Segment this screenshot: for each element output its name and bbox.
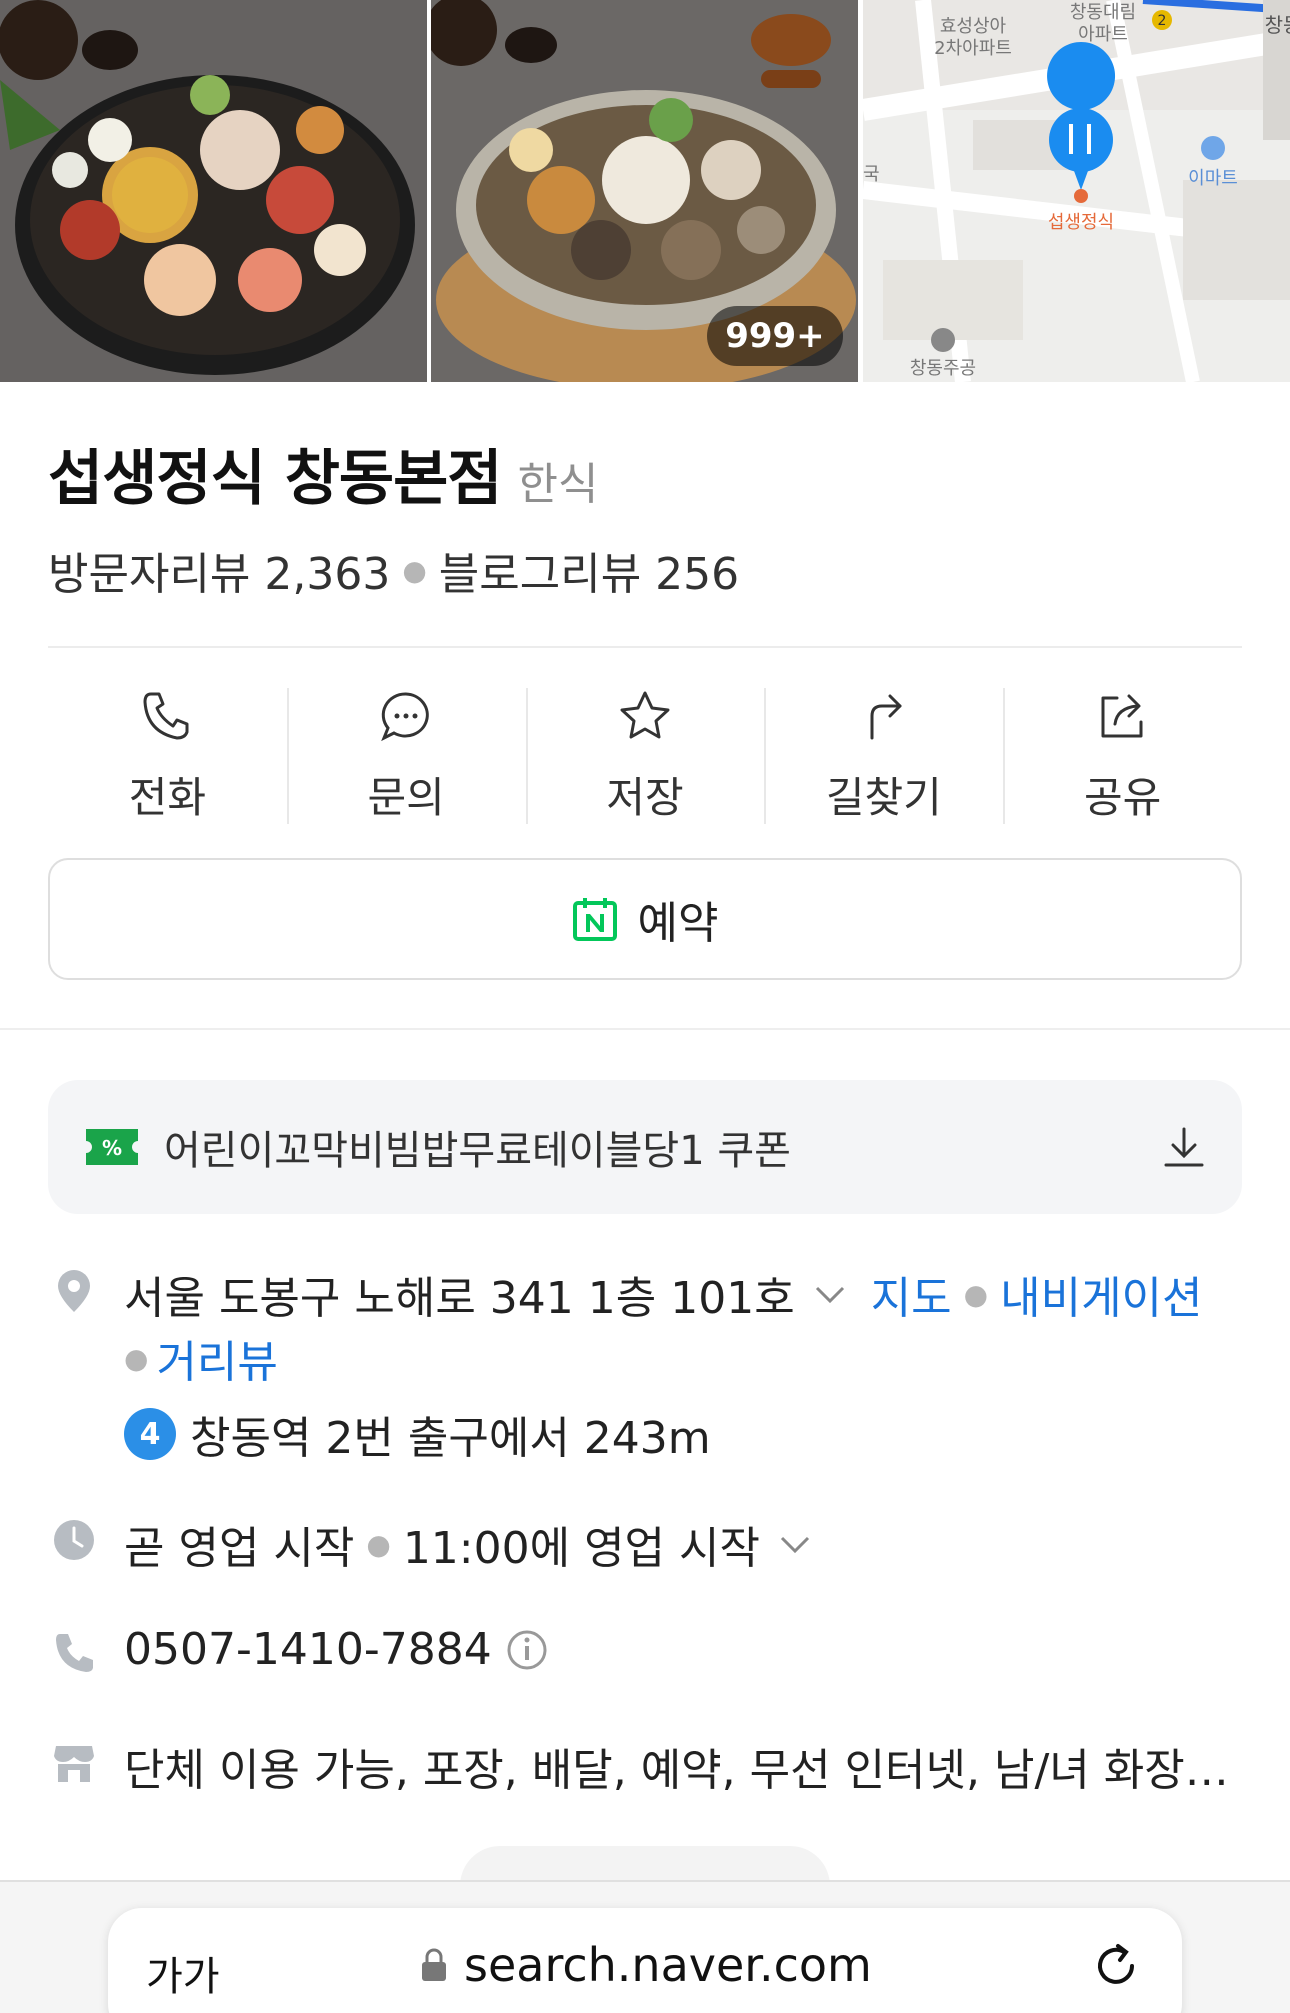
action-bar: 전화 문의 저장 길찾기 공유 bbox=[48, 680, 1242, 826]
review-counts: 방문자리뷰 2,363 ● 블로그리뷰 256 bbox=[48, 538, 739, 602]
directions-arrow-icon bbox=[870, 694, 902, 740]
street-view-link[interactable]: 거리뷰 bbox=[156, 1326, 277, 1390]
divider bbox=[48, 646, 1242, 648]
phone-icon bbox=[56, 1634, 93, 1672]
naver-calendar-icon bbox=[572, 898, 617, 941]
map-label-building1: 효성상아 bbox=[940, 16, 1007, 37]
map-label-mart: 이마트 bbox=[1188, 168, 1238, 189]
place-name: 섭생정식 창동본점 bbox=[48, 444, 502, 514]
map-label-pin: 섭생정식 bbox=[1048, 212, 1114, 233]
chat-bubble-icon bbox=[381, 692, 429, 742]
title-row: 섭생정식 창동본점 한식 bbox=[48, 430, 598, 517]
phone-number[interactable]: 0507-1410-7884 bbox=[124, 1624, 492, 1675]
subway-info: 4 창동역 2번 출구에서 243m bbox=[124, 1402, 711, 1466]
blog-review-link[interactable]: 블로그리뷰 256 bbox=[439, 538, 739, 602]
phone-row[interactable]: 0507-1410-7884 bbox=[124, 1624, 548, 1675]
chevron-down-icon[interactable] bbox=[778, 1527, 812, 1561]
photo-count-badge: 999+ bbox=[707, 306, 843, 366]
clock-icon bbox=[54, 1520, 94, 1560]
coupon-text: 어린이꼬막비빔밥무료테이블당1 쿠폰 bbox=[164, 1128, 791, 1174]
address-row-2: ● 거리뷰 bbox=[124, 1326, 278, 1390]
coupon-banner[interactable]: % 어린이꼬막비빔밥무료테이블당1 쿠폰 bbox=[48, 1080, 1242, 1214]
store-icon bbox=[54, 1746, 94, 1782]
address-bar[interactable]: 가가 search.naver.com bbox=[108, 1908, 1182, 2013]
food-photo-hotpot[interactable]: 999+ bbox=[431, 0, 859, 382]
amenities-text[interactable]: 단체 이용 가능, 포장, 배달, 예약, 무선 인터넷, 남/녀 화장실… bbox=[124, 1734, 1240, 1798]
map-link[interactable]: 지도 bbox=[871, 1262, 952, 1326]
save-button[interactable]: 저장 bbox=[525, 680, 765, 826]
place-category: 한식 bbox=[517, 459, 599, 510]
address-text: 서울 도봉구 노해로 341 1층 101호 bbox=[124, 1273, 795, 1324]
chevron-down-icon[interactable] bbox=[813, 1277, 847, 1311]
reload-icon[interactable] bbox=[1088, 1938, 1144, 1994]
browser-toolbar: 가가 search.naver.com bbox=[0, 1880, 1290, 2013]
star-icon bbox=[620, 691, 670, 739]
inquiry-label: 문의 bbox=[367, 773, 445, 822]
info-icon[interactable] bbox=[506, 1629, 548, 1671]
directions-label: 길찾기 bbox=[825, 773, 942, 822]
map-label-school: 창동주공 bbox=[910, 358, 976, 379]
map-label-station: 창동 bbox=[1264, 13, 1290, 37]
coupon-icon: % bbox=[86, 1129, 138, 1165]
address-row[interactable]: 서울 도봉구 노해로 341 1층 101호 지도 ● 내비게이션 bbox=[124, 1262, 1203, 1326]
hours-detail: 11:00에 영업 시작 bbox=[402, 1523, 760, 1574]
share-label: 공유 bbox=[1083, 773, 1162, 822]
url-text: search.naver.com bbox=[464, 1938, 872, 1992]
phone-icon bbox=[143, 692, 189, 740]
subway-text: 창동역 2번 출구에서 243m bbox=[190, 1413, 711, 1464]
map-label-building2b: 아파트 bbox=[1078, 24, 1128, 45]
reserve-label: 예약 bbox=[637, 898, 719, 949]
section-divider bbox=[0, 1028, 1290, 1030]
map-label-building2: 창동대림 bbox=[1070, 2, 1136, 23]
share-icon bbox=[1101, 694, 1143, 738]
food-photo-platter[interactable] bbox=[0, 0, 427, 382]
download-icon[interactable] bbox=[1162, 1125, 1206, 1169]
location-pin-icon bbox=[58, 1270, 90, 1312]
svg-text:%: % bbox=[102, 1136, 122, 1160]
share-button[interactable]: 공유 bbox=[1003, 680, 1242, 826]
separator-dot: ● bbox=[124, 1341, 149, 1375]
svg-text:2: 2 bbox=[1157, 13, 1166, 29]
location-map-thumbnail[interactable]: 2 효성상아 2차아파트 창동대림 아파트 창동 국 이마트 창동주공 섭생정식 bbox=[862, 0, 1290, 382]
directions-button[interactable]: 길찾기 bbox=[764, 680, 1003, 826]
navigation-link[interactable]: 내비게이션 bbox=[1000, 1262, 1202, 1326]
hours-row[interactable]: 곧 영업 시작 ● 11:00에 영업 시작 bbox=[124, 1512, 812, 1576]
inquiry-button[interactable]: 문의 bbox=[286, 680, 526, 826]
hours-status: 곧 영업 시작 bbox=[124, 1523, 355, 1574]
subway-line-badge: 4 bbox=[124, 1408, 176, 1460]
separator-dot: ● bbox=[402, 553, 427, 587]
save-label: 저장 bbox=[606, 773, 684, 822]
url-display[interactable]: search.naver.com bbox=[420, 1938, 872, 1992]
text-size-button[interactable]: 가가 bbox=[146, 1944, 220, 2002]
visitor-review-link[interactable]: 방문자리뷰 2,363 bbox=[48, 538, 390, 602]
map-label-building1b: 2차아파트 bbox=[934, 38, 1012, 59]
reserve-button[interactable]: 예약 bbox=[48, 858, 1242, 980]
map-label-left: 국 bbox=[863, 164, 880, 185]
lock-icon bbox=[422, 1948, 446, 1981]
separator-dot: ● bbox=[963, 1277, 989, 1311]
call-label: 전화 bbox=[128, 773, 207, 822]
call-button[interactable]: 전화 bbox=[48, 680, 287, 826]
separator-dot: ● bbox=[366, 1527, 391, 1561]
photo-strip[interactable]: 999+ 2 효성상아 2차아파트 창동대림 아파트 창동 국 이마트 창 bbox=[0, 0, 1290, 382]
